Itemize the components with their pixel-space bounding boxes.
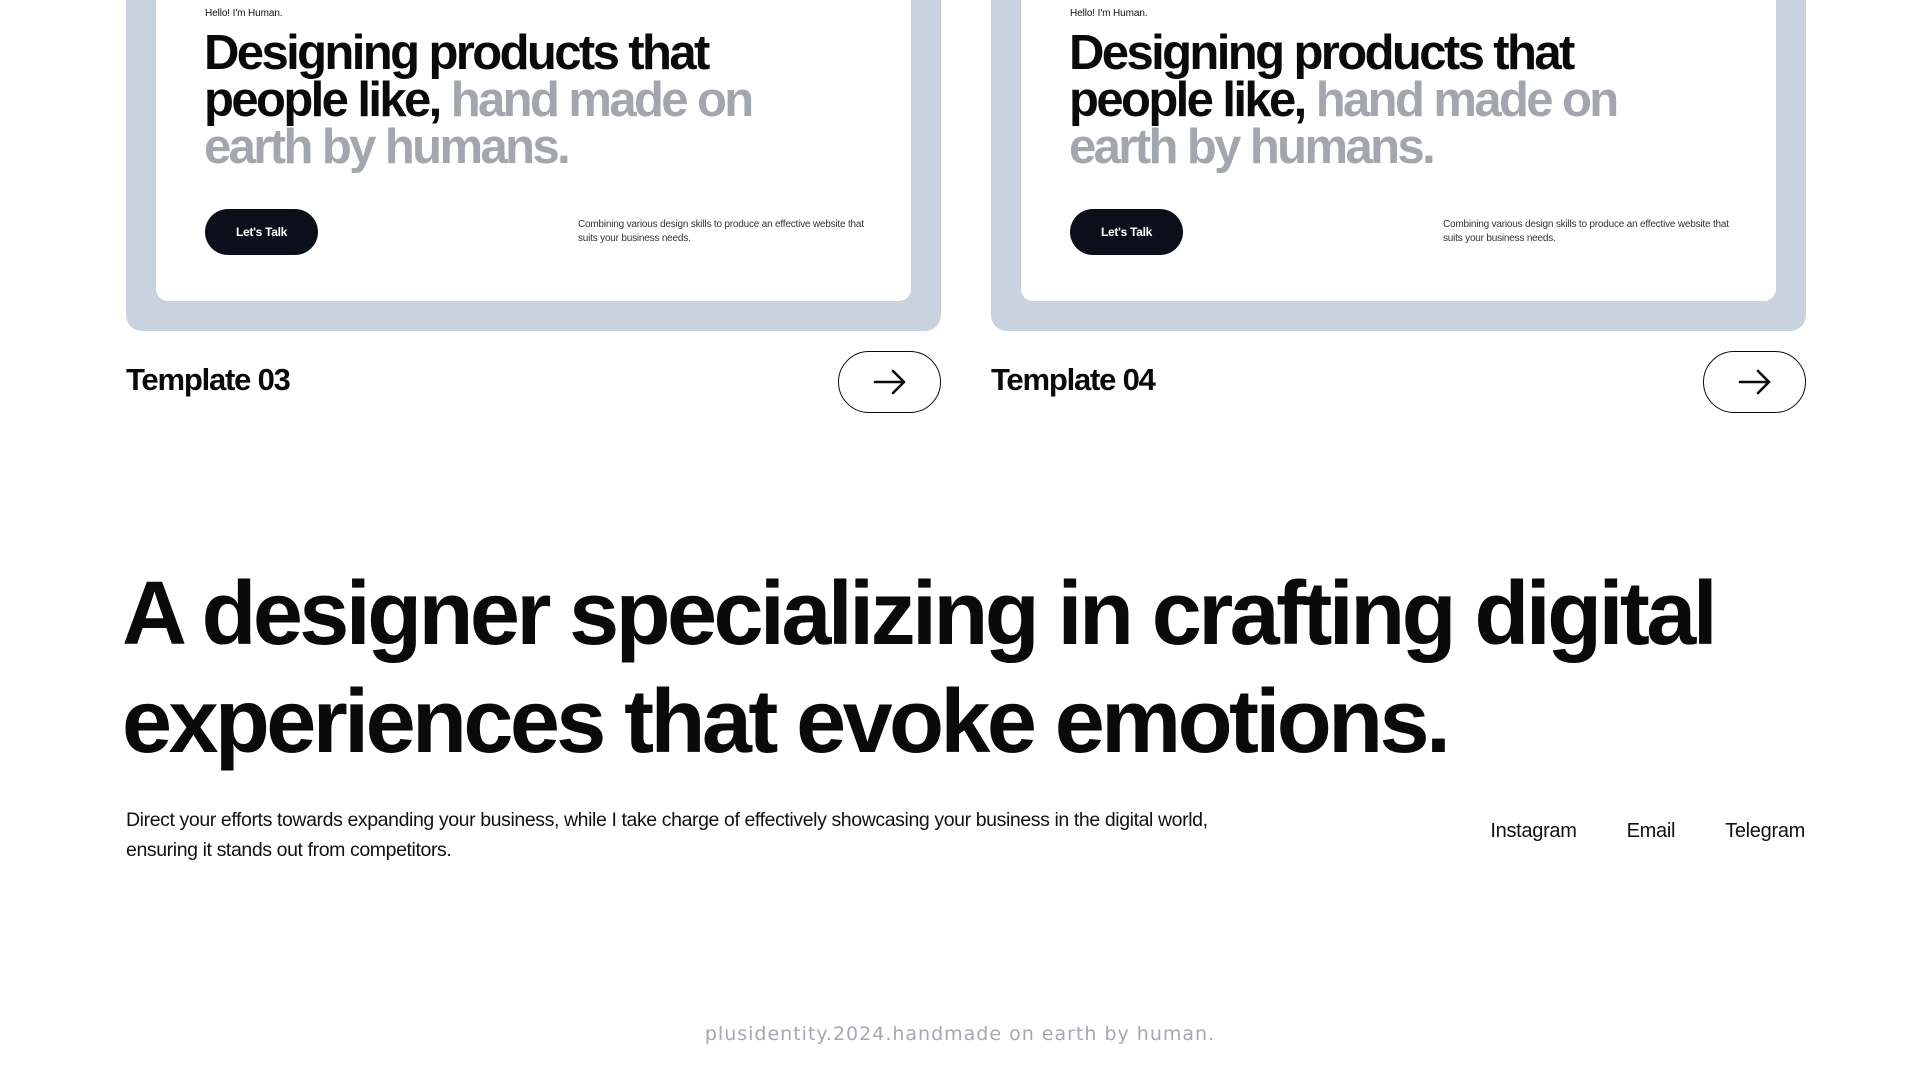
template-04-card[interactable]: Hello! I'm Human. Designing products tha… [991, 0, 1806, 331]
template-04-title: Template 04 [991, 362, 1156, 397]
template-03-title: Template 03 [126, 362, 291, 397]
template-04-preview: Hello! I'm Human. Designing products tha… [1021, 0, 1776, 301]
footer-text: plusidentity.2024.handmade on earth by h… [704, 1023, 1216, 1045]
template-03-card[interactable]: Hello! I'm Human. Designing products tha… [126, 0, 941, 331]
arrow-right-icon [873, 369, 905, 395]
social-link-email[interactable]: Email [1627, 820, 1676, 843]
hero-description: Direct your efforts towards expanding yo… [126, 809, 1208, 861]
social-links: Instagram Email Telegram [1490, 820, 1805, 843]
social-link-instagram[interactable]: Instagram [1490, 820, 1577, 843]
open-template-03-button[interactable] [838, 351, 941, 413]
preview-greeting: Hello! I'm Human. [1070, 8, 1148, 19]
page: Hello! I'm Human. Designing products tha… [0, 0, 1920, 1080]
preview-description: Combining various design skills to produ… [1443, 219, 1729, 244]
preview-description: Combining various design skills to produ… [578, 219, 864, 244]
arrow-right-icon [1738, 369, 1770, 395]
open-template-04-button[interactable] [1703, 351, 1806, 413]
preview-headline: Designing products that people like, han… [204, 29, 824, 172]
preview-headline: Designing products that people like, han… [1069, 29, 1689, 172]
template-03-preview: Hello! I'm Human. Designing products tha… [156, 0, 911, 301]
lets-talk-button[interactable]: Let's Talk [1070, 209, 1183, 255]
lets-talk-button[interactable]: Let's Talk [205, 209, 318, 255]
preview-greeting: Hello! I'm Human. [205, 8, 283, 19]
social-link-telegram[interactable]: Telegram [1725, 820, 1805, 843]
hero-statement: A designer specializing in crafting digi… [122, 564, 1718, 772]
